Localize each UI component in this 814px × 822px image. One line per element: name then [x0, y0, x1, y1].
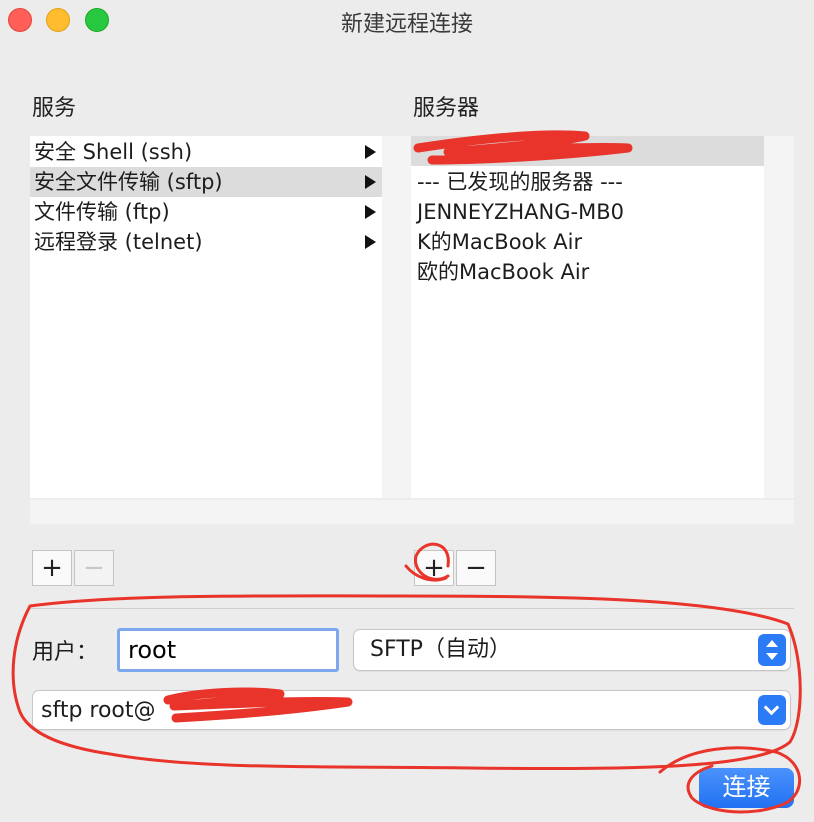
annotation-layer: [11, 130, 802, 814]
redaction-scribble-server: [413, 130, 633, 165]
redaction-scribble-command: [163, 687, 353, 723]
oval-annotation-form: [11, 594, 802, 771]
circle-annotation-add-server: [404, 542, 450, 582]
oval-annotation-connect: [658, 746, 801, 814]
